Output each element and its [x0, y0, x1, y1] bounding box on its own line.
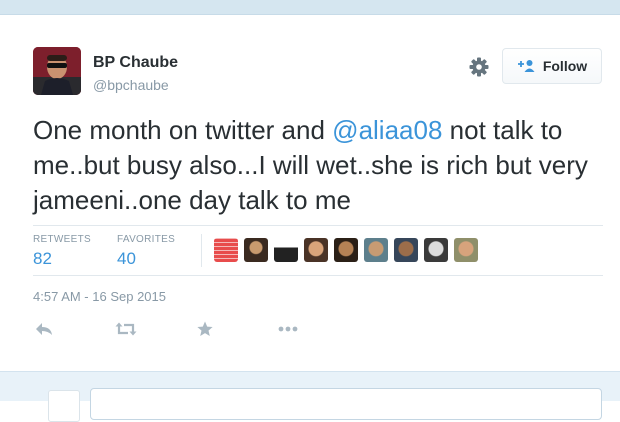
mention-link[interactable]: @aliaa08: [332, 115, 442, 145]
favorites-count: 40: [117, 249, 136, 268]
favoriter-avatar[interactable]: [244, 238, 268, 262]
add-user-icon: [517, 59, 535, 73]
user-avatar[interactable]: [33, 47, 81, 95]
favorites-label: FAVORITES: [117, 234, 176, 245]
follow-button[interactable]: Follow: [502, 48, 602, 84]
avatar-photo: [33, 47, 81, 95]
retweets-stat[interactable]: RETWEETS 82: [33, 234, 91, 269]
favoriter-avatars: [214, 238, 484, 262]
favoriter-avatar[interactable]: [334, 238, 358, 262]
favoriter-avatar[interactable]: [454, 238, 478, 262]
tweet-timestamp[interactable]: 4:57 AM - 16 Sep 2015: [33, 289, 166, 304]
top-navigation-bar: [0, 0, 620, 15]
reply-icon[interactable]: [33, 318, 55, 340]
current-user-avatar: [48, 390, 80, 422]
stats-divider: [201, 234, 202, 267]
retweets-label: RETWEETS: [33, 234, 91, 245]
tweet-text: One month on twitter and @aliaa08 not ta…: [33, 113, 603, 218]
gear-icon[interactable]: [468, 56, 490, 78]
favoriter-avatar[interactable]: [214, 238, 238, 262]
favorites-stat[interactable]: FAVORITES 40: [117, 234, 175, 269]
favorite-star-icon[interactable]: [194, 318, 216, 340]
favoriter-avatar[interactable]: [304, 238, 328, 262]
display-name[interactable]: BP Chaube: [93, 54, 178, 72]
favoriter-avatar[interactable]: [424, 238, 448, 262]
tweet-actions: [33, 318, 333, 340]
favoriter-avatar[interactable]: [394, 238, 418, 262]
retweets-count: 82: [33, 249, 52, 268]
reply-input[interactable]: [90, 388, 602, 420]
favoriter-avatar[interactable]: [364, 238, 388, 262]
tweet-text-start: One month on twitter and: [33, 115, 333, 145]
tweet-stats: RETWEETS 82 FAVORITES 40: [33, 225, 603, 276]
more-dots-icon[interactable]: [277, 318, 299, 340]
retweet-icon[interactable]: [115, 318, 137, 340]
screen-name[interactable]: @bpchaube: [93, 77, 169, 93]
favoriter-avatar[interactable]: [274, 238, 298, 262]
follow-label: Follow: [542, 58, 588, 74]
